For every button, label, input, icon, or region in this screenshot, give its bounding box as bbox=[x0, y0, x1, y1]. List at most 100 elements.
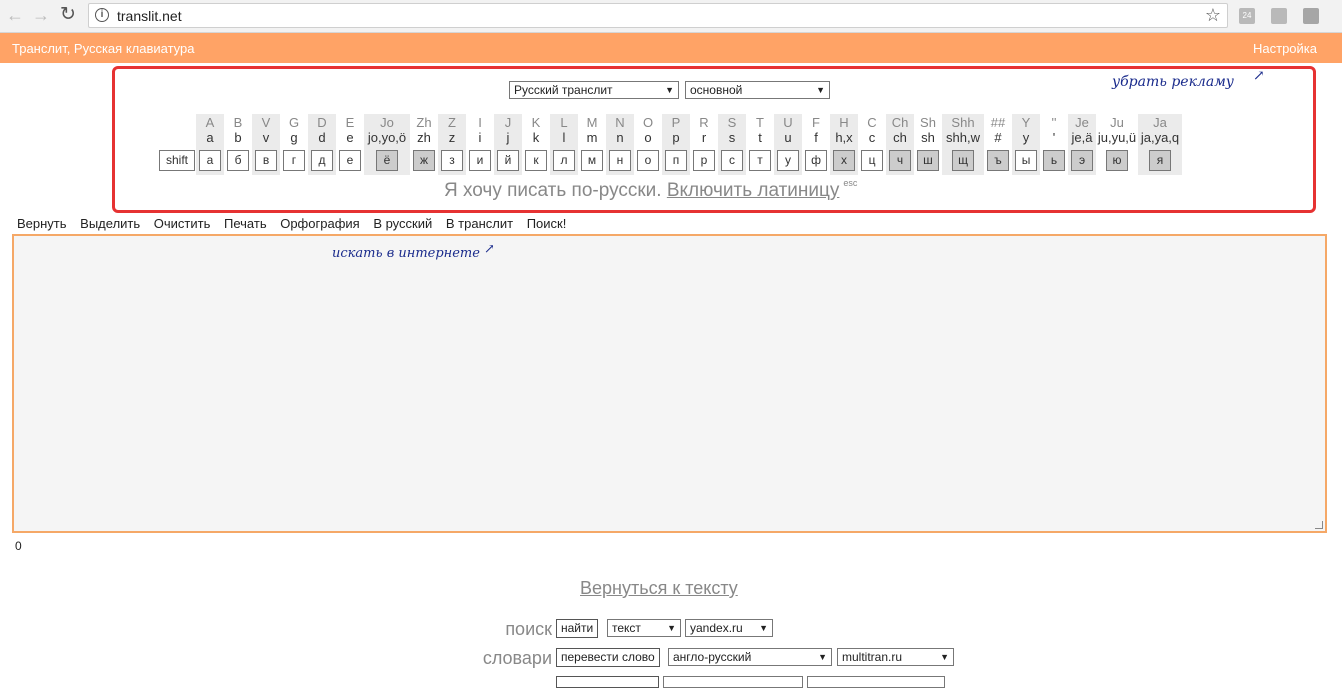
browser-toolbar: ← → ↻ i translit.net ☆ 24 bbox=[0, 0, 1342, 33]
to-translit-link[interactable]: В транслит bbox=[446, 216, 513, 231]
site-title[interactable]: Транслит, Русская клавиатура bbox=[12, 41, 195, 56]
key-column: Kkк bbox=[522, 114, 550, 175]
cyrillic-key[interactable]: з bbox=[441, 150, 463, 171]
latin-capital-label: H bbox=[839, 115, 849, 130]
layout-select[interactable]: Русский транслит ▼ bbox=[509, 81, 679, 99]
cyrillic-key[interactable]: у bbox=[777, 150, 799, 171]
cyrillic-key[interactable]: ы bbox=[1015, 150, 1037, 171]
latin-lower-label bbox=[158, 131, 196, 147]
cyrillic-key[interactable]: м bbox=[581, 150, 603, 171]
cyrillic-key[interactable]: о bbox=[637, 150, 659, 171]
resize-handle-icon[interactable] bbox=[1315, 521, 1323, 529]
latin-capital-label: R bbox=[699, 115, 709, 130]
site-header: Транслит, Русская клавиатура Настройка bbox=[0, 33, 1342, 63]
extension-24-icon[interactable]: 24 bbox=[1239, 8, 1255, 24]
extension-rss-icon[interactable] bbox=[1271, 8, 1287, 24]
search-type-select[interactable]: текст ▼ bbox=[607, 619, 681, 637]
back-arrow-icon[interactable]: ← bbox=[5, 5, 25, 25]
latin-capital-label: O bbox=[642, 115, 654, 130]
cyrillic-key[interactable]: ъ bbox=[987, 150, 1009, 171]
cyrillic-key[interactable]: г bbox=[283, 150, 305, 171]
toggle-latin-link[interactable]: Включить латиницу bbox=[667, 180, 840, 201]
dictionary-site-select[interactable]: multitran.ru ▼ bbox=[837, 648, 954, 666]
cyrillic-key[interactable]: щ bbox=[952, 150, 974, 171]
key-column: Sh sh ш bbox=[914, 114, 942, 175]
search-engine-select[interactable]: yandex.ru ▼ bbox=[685, 619, 773, 637]
latin-capital-label: Sh bbox=[920, 115, 936, 130]
cyrillic-key[interactable]: я bbox=[1149, 150, 1171, 171]
key-column: Iiи bbox=[466, 114, 494, 175]
search-link[interactable]: Поиск! bbox=[527, 216, 567, 231]
cyrillic-key[interactable]: р bbox=[693, 150, 715, 171]
key-column: Uuу bbox=[774, 114, 802, 175]
latin-lower-label: r bbox=[701, 130, 707, 145]
mode-select[interactable]: основной ▼ bbox=[685, 81, 830, 99]
latin-lower-label: # bbox=[994, 130, 1002, 145]
next-row-select[interactable] bbox=[807, 676, 945, 688]
cyrillic-key[interactable]: с bbox=[721, 150, 743, 171]
esc-hint: esc bbox=[843, 178, 858, 188]
to-russian-link[interactable]: В русский bbox=[373, 216, 432, 231]
cyrillic-key[interactable]: ё bbox=[376, 150, 398, 171]
cyrillic-key[interactable]: в bbox=[255, 150, 277, 171]
cyrillic-key[interactable]: ь bbox=[1043, 150, 1065, 171]
key-column: Yyы bbox=[1012, 114, 1040, 175]
cyrillic-key[interactable]: ф bbox=[805, 150, 827, 171]
address-bar[interactable]: i translit.net ☆ bbox=[88, 3, 1228, 28]
cyrillic-key[interactable]: ч bbox=[889, 150, 911, 171]
cyrillic-key[interactable]: ж bbox=[413, 150, 435, 171]
forward-arrow-icon[interactable]: → bbox=[31, 5, 51, 25]
dictionary-language-select[interactable]: англо-русский ▼ bbox=[668, 648, 832, 666]
cyrillic-key[interactable]: т bbox=[749, 150, 771, 171]
bookmark-star-icon[interactable]: ☆ bbox=[1205, 5, 1221, 26]
settings-link[interactable]: Настройка bbox=[1253, 41, 1317, 56]
latin-capital-label: J bbox=[504, 115, 512, 130]
cyrillic-key[interactable]: п bbox=[665, 150, 687, 171]
latin-capital-label: T bbox=[756, 115, 764, 130]
cyrillic-key[interactable]: а bbox=[199, 150, 221, 171]
next-row-select[interactable] bbox=[663, 676, 803, 688]
cyrillic-key[interactable]: и bbox=[469, 150, 491, 171]
key-column: ## # ъ bbox=[984, 114, 1012, 175]
dropdown-arrow-icon: ▼ bbox=[940, 652, 949, 662]
latin-lower-label: s bbox=[728, 130, 736, 145]
latin-capital-label: Ju bbox=[1110, 115, 1124, 130]
text-editor[interactable]: искать в интернете ↗ bbox=[12, 234, 1327, 533]
cyrillic-key[interactable]: й bbox=[497, 150, 519, 171]
arrow-annotation-icon: ↗ bbox=[484, 242, 495, 257]
clear-link[interactable]: Очистить bbox=[154, 216, 211, 231]
cyrillic-key[interactable]: ю bbox=[1106, 150, 1128, 171]
cyrillic-key[interactable]: е bbox=[339, 150, 361, 171]
cyrillic-key[interactable]: л bbox=[553, 150, 575, 171]
info-icon[interactable]: i bbox=[95, 8, 109, 22]
latin-lower-label: k bbox=[532, 130, 540, 145]
extension-pocket-icon[interactable] bbox=[1303, 8, 1319, 24]
cyrillic-key[interactable]: э bbox=[1071, 150, 1093, 171]
select-link[interactable]: Выделить bbox=[80, 216, 140, 231]
translate-word-button[interactable]: перевести слово bbox=[556, 648, 660, 667]
undo-link[interactable]: Вернуть bbox=[17, 216, 67, 231]
char-counter: 0 bbox=[15, 539, 22, 553]
shift-key[interactable]: shift bbox=[159, 150, 195, 171]
print-link[interactable]: Печать bbox=[224, 216, 267, 231]
cyrillic-key[interactable]: к bbox=[525, 150, 547, 171]
cyrillic-key[interactable]: б bbox=[227, 150, 249, 171]
cyrillic-key[interactable]: ц bbox=[861, 150, 883, 171]
key-column: Ddд bbox=[308, 114, 336, 175]
cyrillic-key[interactable]: х bbox=[833, 150, 855, 171]
key-column: Ppп bbox=[662, 114, 690, 175]
handwritten-note-search: искать в интернете bbox=[332, 246, 480, 261]
key-column: Aaа bbox=[196, 114, 224, 175]
back-to-text-link[interactable]: Вернуться к тексту bbox=[580, 578, 738, 599]
latin-lower-label: u bbox=[784, 130, 792, 145]
cyrillic-key[interactable]: д bbox=[311, 150, 333, 171]
key-column: Rrр bbox=[690, 114, 718, 175]
key-column: Bbб bbox=[224, 114, 252, 175]
cyrillic-key[interactable]: ш bbox=[917, 150, 939, 171]
cyrillic-key[interactable]: н bbox=[609, 150, 631, 171]
latin-lower-label: n bbox=[616, 130, 624, 145]
find-button[interactable]: найти bbox=[556, 619, 599, 638]
spellcheck-link[interactable]: Орфография bbox=[280, 216, 359, 231]
reload-icon[interactable]: ↻ bbox=[58, 5, 78, 25]
next-row-button[interactable] bbox=[556, 676, 659, 688]
